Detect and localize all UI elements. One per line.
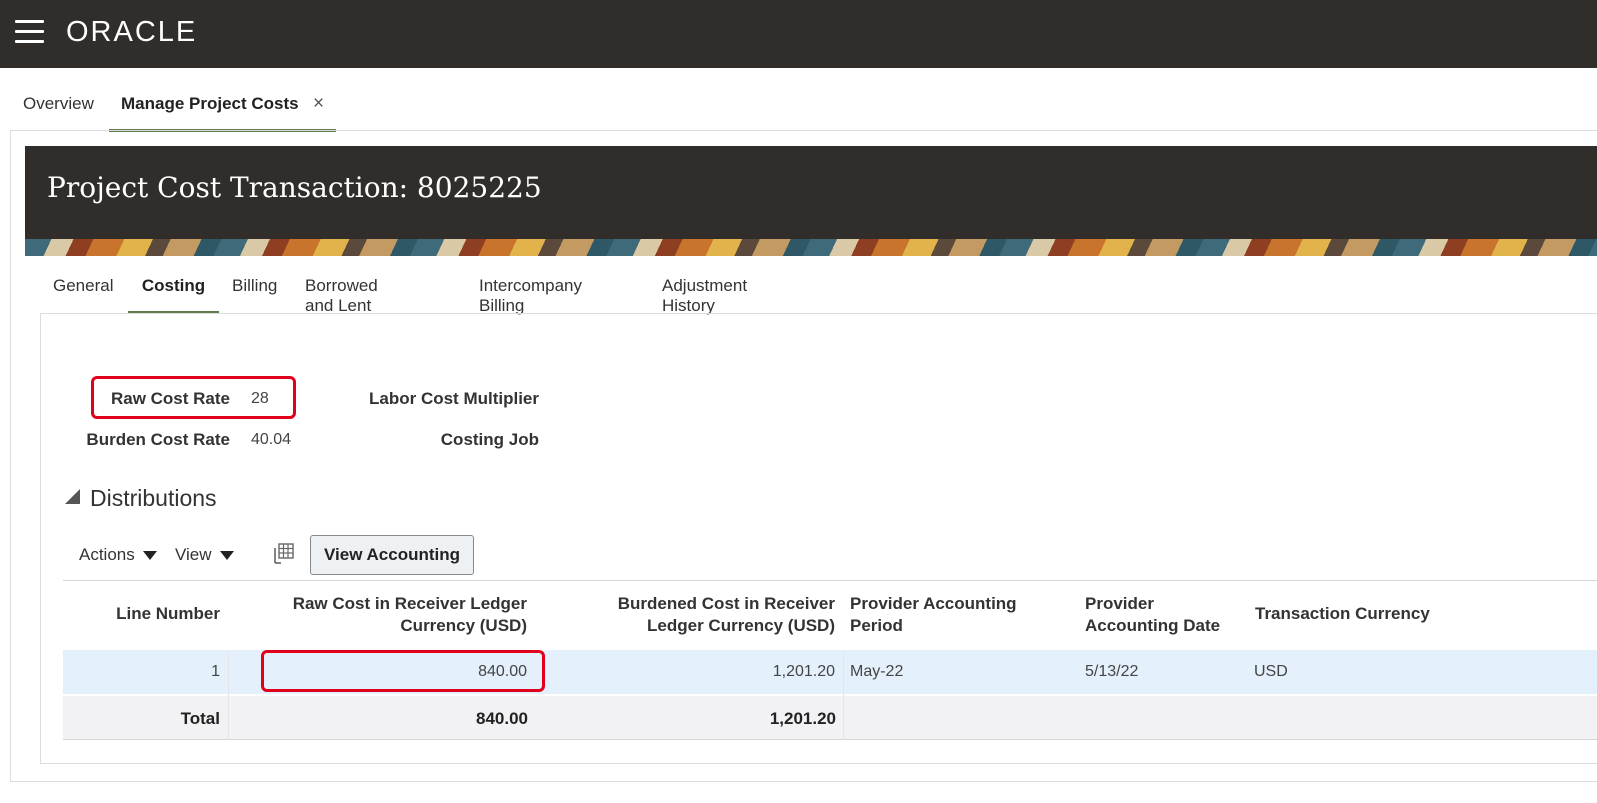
col-header-raw-cost-line2: Currency (USD) [400, 616, 527, 635]
col-header-raw-cost[interactable]: Raw Cost in Receiver Ledger Currency (US… [230, 593, 527, 637]
labor-cost-multiplier-label: Labor Cost Multiplier [369, 389, 539, 408]
raw-cost-rate-label: Raw Cost Rate [110, 389, 230, 408]
cell-transaction-currency: USD [1254, 663, 1288, 680]
costing-job-label: Costing Job [440, 430, 539, 449]
freeze-columns-icon[interactable] [272, 542, 296, 566]
decorative-banner-pattern [25, 239, 1597, 256]
subtab-adjustment-history[interactable]: Adjustment History [662, 262, 747, 315]
view-menu[interactable]: View [175, 545, 234, 565]
col-header-transaction-currency[interactable]: Transaction Currency [1255, 603, 1430, 625]
view-accounting-button[interactable]: View Accounting [310, 535, 474, 575]
column-divider [843, 650, 844, 740]
total-raw-cost: 840.00 [476, 709, 528, 728]
subtab-intercompany-billing[interactable]: Intercompany Billing [479, 262, 582, 315]
oracle-logo[interactable]: ORACLE [66, 16, 197, 49]
col-header-burdened-cost[interactable]: Burdened Cost in Receiver Ledger Currenc… [545, 593, 835, 637]
global-header: ORACLE [0, 0, 1597, 68]
cell-line-number: 1 [211, 663, 220, 680]
highlight-raw-cost-value [261, 650, 545, 692]
col-header-date-line1: Provider [1085, 594, 1154, 613]
subtab-borrowed-and-lent[interactable]: Borrowed and Lent [305, 262, 378, 315]
view-label: View [175, 545, 212, 564]
subtab-billing[interactable]: Billing [232, 262, 277, 314]
col-header-period-line1: Provider Accounting [850, 594, 1017, 613]
col-header-raw-cost-line1: Raw Cost in Receiver Ledger [292, 594, 527, 613]
col-header-provider-date[interactable]: Provider Accounting Date [1085, 593, 1220, 637]
actions-menu[interactable]: Actions [79, 545, 157, 565]
subtab-general[interactable]: General [53, 262, 113, 314]
collapse-triangle-icon[interactable] [65, 489, 80, 504]
dropdown-arrow-icon [219, 551, 234, 561]
col-header-burdened-line2: Ledger Currency (USD) [647, 616, 835, 635]
table-top-border [63, 580, 1597, 581]
total-label: Total [180, 709, 220, 728]
column-divider [228, 650, 229, 740]
distributions-heading: Distributions [90, 485, 217, 511]
total-burdened-cost: 1,201.20 [769, 709, 836, 728]
tab-overview[interactable]: Overview [23, 94, 94, 114]
actions-label: Actions [79, 545, 135, 564]
col-header-line-number[interactable]: Line Number [63, 603, 220, 625]
cell-provider-period: May-22 [850, 663, 904, 680]
subtab-costing[interactable]: Costing [128, 262, 219, 314]
col-header-period-line2: Period [850, 616, 903, 635]
cell-burdened-cost: 1,201.20 [772, 663, 835, 680]
cell-provider-date: 5/13/22 [1085, 663, 1139, 680]
tab-label: Manage Project Costs [121, 94, 299, 113]
menu-icon[interactable] [15, 20, 45, 44]
close-icon[interactable]: × [313, 93, 324, 115]
page-title: Project Cost Transaction: 8025225 [47, 171, 542, 204]
burden-cost-rate-value: 40.04 [251, 431, 292, 448]
raw-cost-rate-value: 28 [251, 390, 269, 407]
burden-cost-rate-label: Burden Cost Rate [86, 430, 230, 449]
col-header-provider-period[interactable]: Provider Accounting Period [850, 593, 1017, 637]
dropdown-arrow-icon [142, 551, 157, 561]
tab-manage-project-costs[interactable]: Manage Project Costs × [109, 84, 336, 132]
col-header-date-line2: Accounting Date [1085, 616, 1221, 635]
col-header-burdened-line1: Burdened Cost in Receiver [617, 594, 835, 613]
page-header-banner: Project Cost Transaction: 8025225 [25, 146, 1597, 256]
